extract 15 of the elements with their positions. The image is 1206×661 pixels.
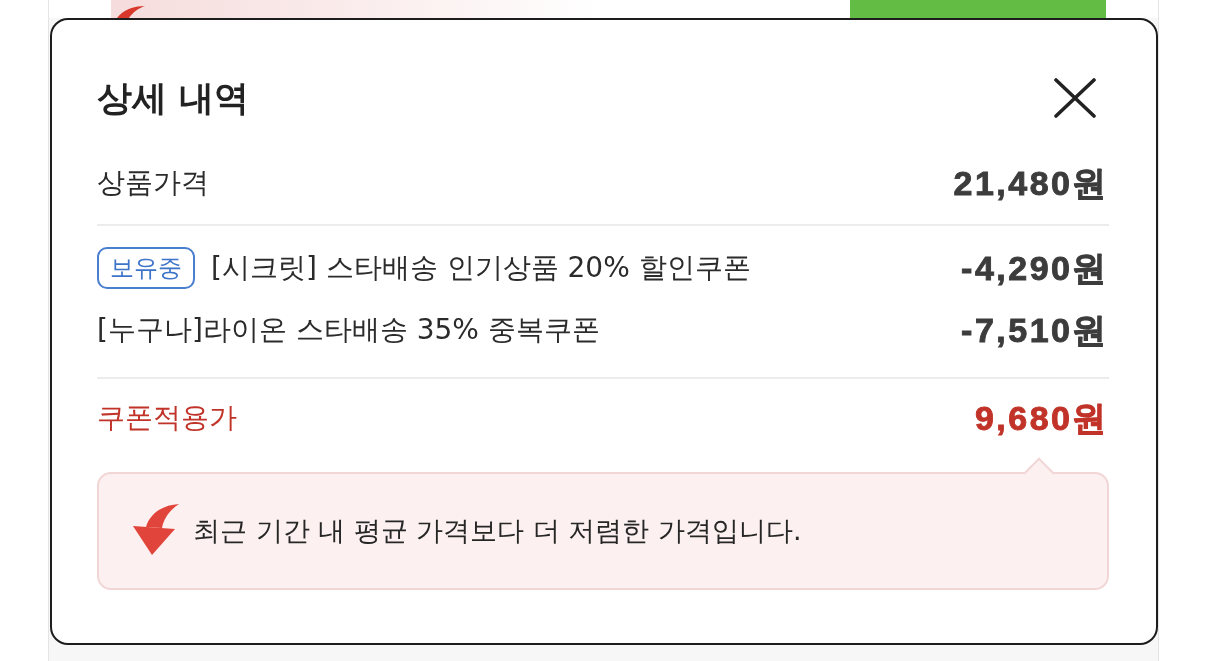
coupon-name: [누구나]라이온 스타배송 35% 중복쿠폰 xyxy=(97,312,600,348)
status-badge: 보유중 xyxy=(97,247,195,289)
dialog-title: 상세 내역 xyxy=(97,77,250,120)
arrow-icon xyxy=(133,503,179,555)
close-icon xyxy=(1054,78,1096,118)
coupon-name: [시크릿] 스타배송 인기상품 20% 할인쿠폰 xyxy=(211,250,751,286)
close-button[interactable] xyxy=(1054,78,1096,118)
total-value: 9,680원 xyxy=(974,398,1109,438)
price-value: 21,480원 xyxy=(953,163,1109,203)
notice-text: 최근 기간 내 평균 가격보다 더 저렴한 가격입니다. xyxy=(193,514,802,548)
curve-icon xyxy=(115,6,145,18)
coupon-amount: -4,290원 xyxy=(961,248,1109,288)
price-label: 상품가격 xyxy=(97,165,209,201)
coupon-amount: -7,510원 xyxy=(961,310,1109,350)
total-label: 쿠폰적용가 xyxy=(97,400,237,436)
